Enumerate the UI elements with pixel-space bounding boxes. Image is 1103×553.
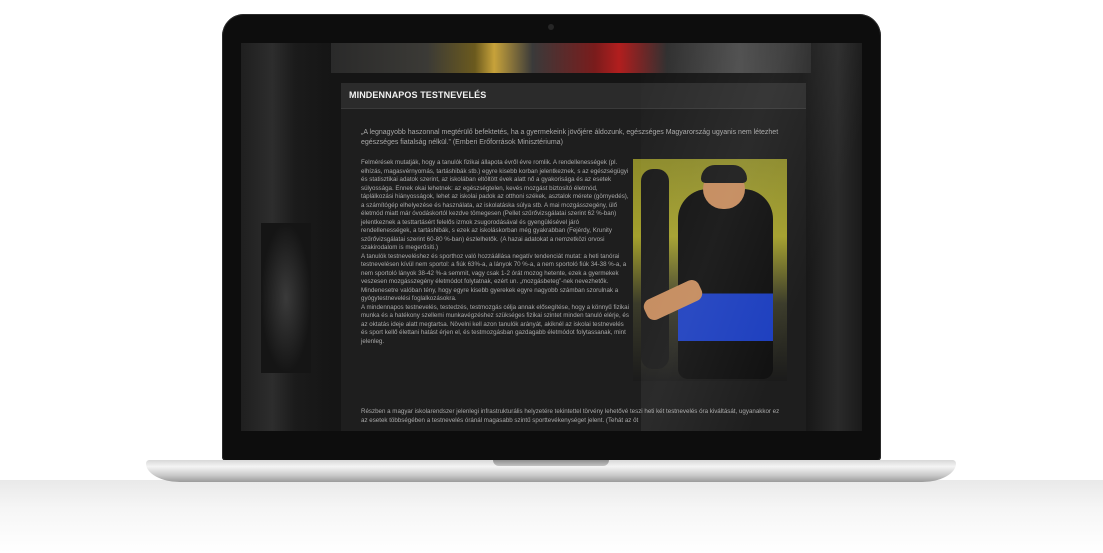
laptop-notch (493, 460, 609, 466)
screen-glare (641, 43, 862, 431)
page-title: MINDENNAPOS TESTNEVELÉS (349, 90, 487, 100)
camera-icon (548, 24, 554, 30)
article-paragraph: A mindennapos testnevelés, testedzés, te… (361, 303, 629, 345)
laptop-screen: MINDENNAPOS TESTNEVELÉS „A legnagyobb ha… (241, 43, 862, 431)
background-left-image (241, 43, 331, 431)
article-body: Felmérések mutatják, hogy a tanulók fizi… (361, 159, 629, 346)
article-paragraph: Felmérések mutatják, hogy a tanulók fizi… (361, 159, 629, 251)
article-paragraph: A tanulók testneveléshez és sporthoz val… (361, 252, 627, 303)
floor-shadow (0, 480, 1103, 553)
